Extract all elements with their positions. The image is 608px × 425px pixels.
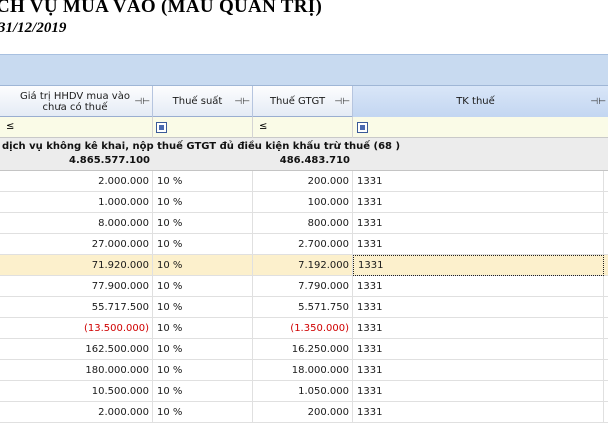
column-header-value[interactable]: Giá trị HHDV mua vào chưa có thuế ⊣⊢: [0, 86, 153, 117]
cell-vat[interactable]: 16.250.000: [253, 339, 353, 360]
cell-tk[interactable]: 1331: [353, 192, 604, 213]
column-header-value-label: Giá trị HHDV mua vào chưa có thuế: [20, 90, 130, 113]
table-row[interactable]: 27.000.000 10 % 2.700.000 1331: [0, 234, 608, 255]
cell-rate[interactable]: 10 %: [153, 192, 253, 213]
cell-vat[interactable]: 7.790.000: [253, 276, 353, 297]
cell-value[interactable]: 10.500.000: [0, 381, 153, 402]
pin-icon[interactable]: ⊣⊢: [590, 97, 606, 108]
report-date: 31/12/2019: [0, 20, 67, 36]
table-row[interactable]: 180.000.000 10 % 18.000.000 1331: [0, 360, 608, 381]
cell-tk[interactable]: 1331: [353, 339, 604, 360]
cell-tk[interactable]: 1331: [353, 255, 604, 276]
cell-tk[interactable]: 1331: [353, 360, 604, 381]
cell-tk[interactable]: 1331: [353, 297, 604, 318]
cell-vat[interactable]: 1.050.000: [253, 381, 353, 402]
cell-rate[interactable]: 10 %: [153, 213, 253, 234]
cell-vat[interactable]: 7.192.000: [253, 255, 353, 276]
filter-cell-vat[interactable]: ≤: [253, 117, 353, 138]
cell-value[interactable]: 71.920.000: [0, 255, 153, 276]
table-row[interactable]: (13.500.000) 10 % (1.350.000) 1331: [0, 318, 608, 339]
column-header-rate-label: Thuế suất: [172, 96, 223, 107]
cell-rate[interactable]: 10 %: [153, 339, 253, 360]
cell-vat[interactable]: 18.000.000: [253, 360, 353, 381]
report-title: CH VỤ MUA VÀO (MẪU QUẢN TRỊ): [0, 0, 323, 17]
column-header-vat-label: Thuế GTGT: [269, 96, 326, 107]
cell-value[interactable]: 1.000.000: [0, 192, 153, 213]
cell-vat[interactable]: 200.000: [253, 171, 353, 192]
filter-cell-tk[interactable]: [353, 117, 608, 138]
filter-row: ≤ ≤: [0, 117, 608, 138]
table-row[interactable]: 1.000.000 10 % 100.000 1331: [0, 192, 608, 213]
cell-rate[interactable]: 10 %: [153, 297, 253, 318]
cell-vat[interactable]: 5.571.750: [253, 297, 353, 318]
table-row[interactable]: 77.900.000 10 % 7.790.000 1331: [0, 276, 608, 297]
cell-rate[interactable]: 10 %: [153, 402, 253, 423]
cell-tk[interactable]: 1331: [353, 276, 604, 297]
filter-checkbox-rate[interactable]: [156, 122, 167, 133]
cell-tk[interactable]: 1331: [353, 318, 604, 339]
cell-vat[interactable]: 200.000: [253, 402, 353, 423]
filter-cell-value[interactable]: ≤: [0, 117, 153, 138]
pin-icon[interactable]: ⊣⊢: [234, 97, 250, 108]
cell-value[interactable]: (13.500.000): [0, 318, 153, 339]
table-row[interactable]: 55.717.500 10 % 5.571.750 1331: [0, 297, 608, 318]
cell-rate[interactable]: 10 %: [153, 381, 253, 402]
group-row[interactable]: dịch vụ không kê khai, nộp thuế GTGT đủ …: [0, 138, 608, 171]
cell-value[interactable]: 2.000.000: [0, 402, 153, 423]
table-row[interactable]: 71.920.000 10 % 7.192.000 1331: [0, 255, 608, 276]
cell-tk[interactable]: 1331: [353, 213, 604, 234]
group-total-vat: 486.483.710: [279, 155, 350, 166]
column-header-tk[interactable]: TK thuế ⊣⊢: [353, 86, 608, 117]
cell-rate[interactable]: 10 %: [153, 318, 253, 339]
filter-operator-value[interactable]: ≤: [6, 121, 14, 132]
filter-checkbox-tk[interactable]: [357, 122, 368, 133]
group-title: dịch vụ không kê khai, nộp thuế GTGT đủ …: [2, 141, 401, 152]
cell-tk[interactable]: 1331: [353, 171, 604, 192]
cell-value[interactable]: 162.500.000: [0, 339, 153, 360]
cell-value[interactable]: 8.000.000: [0, 213, 153, 234]
cell-vat[interactable]: (1.350.000): [253, 318, 353, 339]
filter-cell-rate[interactable]: [153, 117, 253, 138]
cell-value[interactable]: 2.000.000: [0, 171, 153, 192]
cell-value[interactable]: 27.000.000: [0, 234, 153, 255]
pin-icon[interactable]: ⊣⊢: [334, 97, 350, 108]
table-row[interactable]: 2.000.000 10 % 200.000 1331: [0, 171, 608, 192]
cell-tk[interactable]: 1331: [353, 381, 604, 402]
filter-operator-vat[interactable]: ≤: [259, 121, 267, 132]
cell-tk[interactable]: 1331: [353, 402, 604, 423]
group-panel-band: [0, 54, 608, 86]
table-row[interactable]: 2.000.000 10 % 200.000 1331: [0, 402, 608, 423]
group-total-value: 4.865.577.100: [69, 155, 150, 166]
cell-value[interactable]: 77.900.000: [0, 276, 153, 297]
cell-rate[interactable]: 10 %: [153, 171, 253, 192]
column-header-rate[interactable]: Thuế suất ⊣⊢: [153, 86, 253, 117]
column-header-tk-label: TK thuế: [456, 96, 495, 107]
cell-rate[interactable]: 10 %: [153, 276, 253, 297]
cell-value[interactable]: 180.000.000: [0, 360, 153, 381]
cell-vat[interactable]: 2.700.000: [253, 234, 353, 255]
table-row[interactable]: 8.000.000 10 % 800.000 1331: [0, 213, 608, 234]
cell-tk[interactable]: 1331: [353, 234, 604, 255]
cell-rate[interactable]: 10 %: [153, 360, 253, 381]
column-header-vat[interactable]: Thuế GTGT ⊣⊢: [253, 86, 353, 117]
cell-rate[interactable]: 10 %: [153, 234, 253, 255]
pin-icon[interactable]: ⊣⊢: [134, 97, 150, 108]
cell-vat[interactable]: 800.000: [253, 213, 353, 234]
cell-vat[interactable]: 100.000: [253, 192, 353, 213]
cell-rate[interactable]: 10 %: [153, 255, 253, 276]
table-row[interactable]: 162.500.000 10 % 16.250.000 1331: [0, 339, 608, 360]
cell-value[interactable]: 55.717.500: [0, 297, 153, 318]
grid-header: Giá trị HHDV mua vào chưa có thuế ⊣⊢ Thu…: [0, 86, 608, 117]
table-row[interactable]: 10.500.000 10 % 1.050.000 1331: [0, 381, 608, 402]
